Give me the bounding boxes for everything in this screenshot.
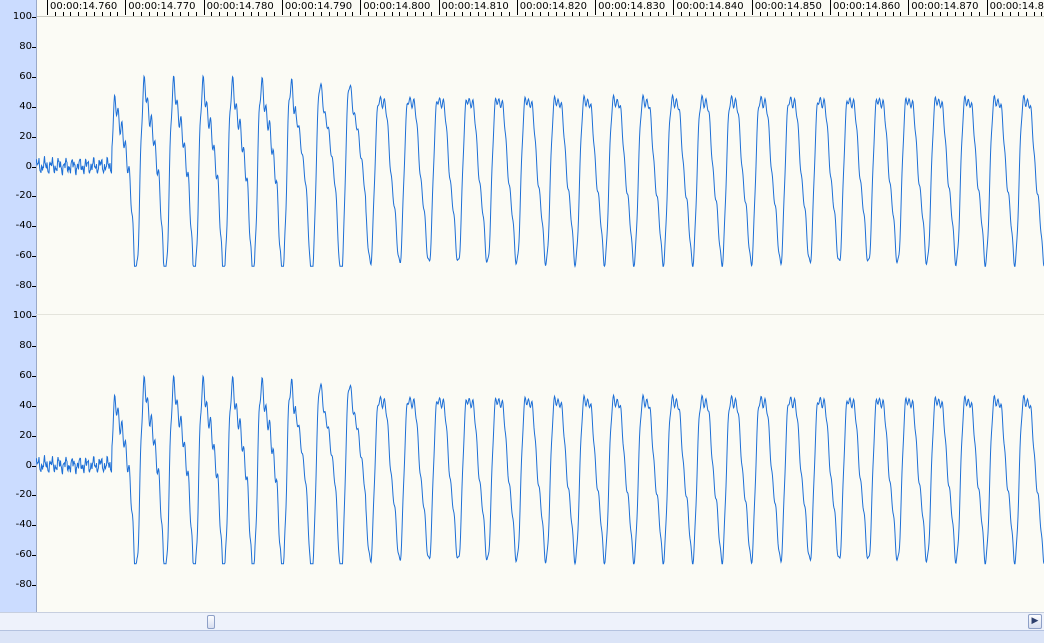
- ruler-major-tick: [751, 0, 753, 15]
- status-bar: [0, 630, 1044, 643]
- ruler-time-label: 00:00:14.830: [598, 1, 666, 12]
- amplitude-label: 100: [12, 310, 32, 321]
- ruler-major-tick: [125, 0, 127, 15]
- amplitude-label: -40: [15, 519, 32, 531]
- amplitude-label: 40: [19, 399, 32, 411]
- ruler-major-tick: [360, 0, 362, 15]
- ruler-major-tick: [516, 0, 518, 15]
- ruler-time-label: 00:00:14.850: [754, 1, 822, 12]
- ruler-major-tick: [908, 0, 910, 15]
- ruler-time-label: 00:00:14.88: [989, 1, 1044, 12]
- ruler-time-label: 00:00:14.860: [833, 1, 901, 12]
- ruler-time-label: 00:00:14.840: [676, 1, 744, 12]
- amplitude-label: 80: [19, 40, 32, 52]
- waveform-editor-window: 00:00:14.760 00:00:14.770 00:00:14.780 00:0…: [0, 0, 1044, 643]
- amplitude-label: -20: [15, 489, 32, 501]
- ruler-time-label: 00:00:14.870: [911, 1, 979, 12]
- ruler-time-label: 00:00:14.780: [206, 1, 274, 12]
- waveform-display[interactable]: [36, 16, 1044, 612]
- ruler-time-label: 00:00:14.810: [441, 1, 509, 12]
- ruler-major-tick: [830, 0, 831, 15]
- waveform-channel-2: [36, 374, 1044, 566]
- ruler-time-label: 00:00:14.760: [50, 1, 118, 12]
- amplitude-label: -80: [15, 280, 32, 292]
- amplitude-axis: 100 80 60 40 20 0 -20 -40 -60 -80 100 80 60 40 20 0 -20-…: [0, 0, 37, 612]
- ruler-time-label: 00:00:14.800: [363, 1, 431, 12]
- amplitude-label: 20: [19, 130, 32, 142]
- horizontal-scrollbar[interactable]: ▶: [0, 612, 1044, 631]
- ruler-time-label: 00:00:14.770: [128, 1, 196, 12]
- scroll-right-arrow-icon[interactable]: ▶: [1028, 614, 1042, 629]
- ruler-time-label: 00:00:14.790: [284, 1, 353, 12]
- amplitude-label: 80: [19, 339, 32, 351]
- ruler-major-tick: [203, 0, 205, 15]
- amplitude-label: 20: [19, 429, 32, 441]
- amplitude-label: -60: [15, 250, 32, 262]
- ruler-major-tick: [986, 0, 988, 15]
- ruler-time-label: 00:00:14.820: [519, 1, 587, 12]
- amplitude-label: -40: [15, 220, 32, 232]
- amplitude-label: -60: [15, 549, 32, 561]
- ruler-major-tick: [673, 0, 675, 15]
- amplitude-label: 60: [19, 369, 32, 381]
- ruler-major-tick: [47, 0, 48, 15]
- ruler-major-tick: [281, 0, 283, 15]
- ruler-major-tick: [438, 0, 440, 15]
- amplitude-label: 40: [19, 100, 32, 112]
- amplitude-label: -20: [15, 190, 32, 202]
- ruler-major-tick: [595, 0, 597, 15]
- waveform-channel-1: [36, 74, 1044, 269]
- amplitude-label: -80: [15, 579, 32, 591]
- amplitude-label: 60: [19, 70, 32, 82]
- time-ruler[interactable]: 00:00:14.760 00:00:14.770 00:00:14.780 00:0…: [36, 0, 1044, 17]
- amplitude-label: 100: [12, 11, 32, 22]
- scrollbar-thumb[interactable]: [207, 615, 215, 629]
